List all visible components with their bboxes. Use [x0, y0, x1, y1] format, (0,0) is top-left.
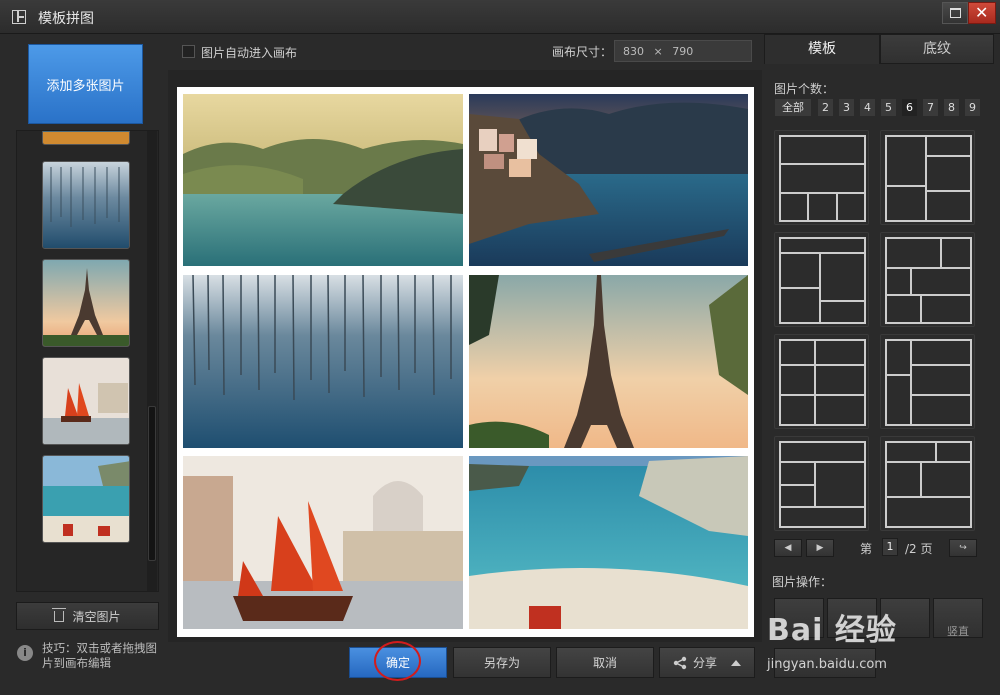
layout-template-6[interactable]: [880, 334, 975, 429]
vertical-flip-button[interactable]: 竖直: [933, 598, 983, 638]
maximize-button[interactable]: [942, 2, 968, 24]
left-panel: 添加多张图片: [14, 36, 159, 592]
maximize-icon: [950, 8, 961, 18]
clear-images-label: 清空图片: [72, 609, 121, 624]
canvas-size-label: 画布尺寸：: [552, 45, 613, 59]
layout-template-7[interactable]: [774, 436, 869, 531]
trash-icon: [52, 607, 67, 622]
page-number-input[interactable]: 1: [882, 538, 898, 556]
window-title: 模板拼图: [38, 11, 94, 27]
scrollbar-thumb[interactable]: [148, 406, 156, 561]
right-panel: 模板 底纹 图片个数： 全部 2 3 4 5 6 7 8 9 ◀ ▶ 第 1 /…: [764, 34, 994, 694]
watermark-main: Bai 经验: [767, 613, 897, 648]
count-option-3[interactable]: 3: [838, 98, 855, 117]
next-page-icon[interactable]: ▶: [806, 539, 834, 557]
clear-images-button[interactable]: 清空图片: [16, 602, 159, 630]
canvas-times-symbol: ×: [653, 45, 663, 58]
share-icon: [673, 656, 687, 670]
page-suffix: /2 页: [905, 542, 933, 556]
photo-mountain-lake[interactable]: [183, 94, 463, 266]
cancel-button[interactable]: 取消: [556, 647, 654, 678]
count-option-all[interactable]: 全部: [774, 98, 812, 117]
vertical-flip-label: 竖直: [947, 625, 969, 638]
count-option-5[interactable]: 5: [880, 98, 897, 117]
thumbnail-eiffel-tower[interactable]: [42, 259, 130, 347]
highlight-circle: [374, 641, 421, 681]
count-option-6[interactable]: 6: [901, 98, 918, 117]
operations-label: 图片操作：: [772, 575, 833, 589]
photo-beach-cove[interactable]: [469, 456, 748, 629]
auto-enter-label: 图片自动进入画布: [201, 46, 298, 60]
layout-template-8[interactable]: [880, 436, 975, 531]
photo-venice-junk[interactable]: [183, 456, 463, 629]
baidu-watermark: Bai 经验 jingyan.baidu.com: [767, 605, 897, 672]
close-button[interactable]: ✕: [968, 2, 996, 24]
image-thumbnail-list: [16, 130, 159, 592]
tab-textures[interactable]: 底纹: [880, 34, 994, 64]
image-count-label: 图片个数：: [774, 82, 835, 96]
thumbnail-forest-lake[interactable]: [42, 161, 130, 249]
template-grid-icon: [12, 10, 26, 24]
tab-templates[interactable]: 模板: [764, 34, 880, 64]
canvas-height-value: 790: [672, 45, 694, 58]
return-icon[interactable]: ↪: [949, 539, 977, 557]
title-bar: 模板拼图 ✕: [0, 0, 1000, 34]
thumbnail-venice-junk[interactable]: [42, 357, 130, 445]
count-option-7[interactable]: 7: [922, 98, 939, 117]
prev-page-icon[interactable]: ◀: [774, 539, 802, 557]
photo-snowy-forest[interactable]: [183, 275, 463, 448]
add-multiple-images-button[interactable]: 添加多张图片: [28, 44, 143, 124]
thumbnail-beach[interactable]: [42, 455, 130, 543]
count-option-8[interactable]: 8: [943, 98, 960, 117]
layout-template-4[interactable]: [880, 232, 975, 327]
collage-canvas[interactable]: [177, 87, 754, 637]
tip-text: 技巧：双击或者拖拽图片到画布编辑: [42, 641, 157, 670]
thumbnail-scrollbar[interactable]: [147, 131, 157, 591]
layout-template-3[interactable]: [774, 232, 869, 327]
share-label: 分享: [692, 656, 717, 670]
info-icon: i: [17, 645, 33, 661]
canvas-width-value: 830: [623, 45, 644, 58]
count-option-4[interactable]: 4: [859, 98, 876, 117]
page-prefix: 第: [860, 542, 873, 556]
canvas-toolbar: 图片自动进入画布 画布尺寸： 830 × 790: [168, 36, 762, 68]
close-icon: ✕: [975, 3, 989, 22]
save-as-button[interactable]: 另存为: [453, 647, 551, 678]
photo-eiffel-tower[interactable]: [469, 275, 748, 448]
watermark-sub: jingyan.baidu.com: [767, 657, 887, 672]
chevron-up-icon: [731, 659, 741, 666]
canvas-size-field[interactable]: 830 × 790: [614, 40, 752, 62]
layout-template-5[interactable]: [774, 334, 869, 429]
photo-coastal-town[interactable]: [469, 94, 748, 266]
share-button[interactable]: 分享: [659, 647, 755, 678]
auto-enter-checkbox[interactable]: [182, 45, 195, 58]
count-option-2[interactable]: 2: [817, 98, 834, 117]
layout-template-1[interactable]: [774, 130, 869, 225]
thumbnail-sunset[interactable]: [42, 131, 130, 145]
layout-template-2[interactable]: [880, 130, 975, 225]
count-option-9[interactable]: 9: [964, 98, 981, 117]
